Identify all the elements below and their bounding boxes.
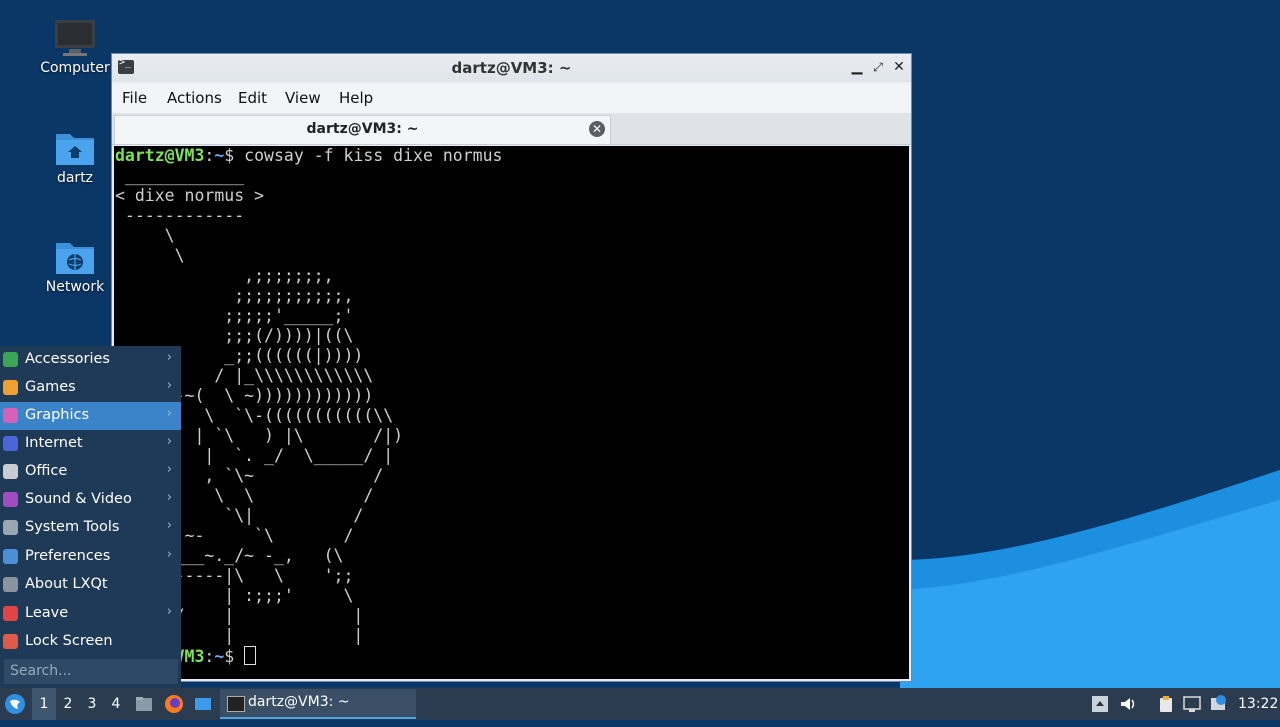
menu-item-internet[interactable]: Internet › <box>0 430 181 458</box>
menu-item-graphics[interactable]: Graphics › <box>0 402 181 430</box>
sound-video-icon <box>3 492 18 507</box>
menu-item-label: Games <box>25 379 76 395</box>
chevron-right-icon: › <box>166 378 172 393</box>
menu-item-label: Sound & Video <box>25 491 132 507</box>
menu-item-about-lxqt[interactable]: About LXQt <box>0 571 181 599</box>
firefox-icon[interactable] <box>164 694 184 714</box>
chevron-right-icon: › <box>166 604 172 619</box>
text-cursor <box>244 646 257 665</box>
terminal-icon <box>227 696 245 712</box>
menu-help[interactable]: Help <box>339 89 373 107</box>
menu-item-label: About LXQt <box>25 576 108 592</box>
computer-icon <box>55 20 95 56</box>
menu-view[interactable]: View <box>285 89 321 107</box>
menu-item-leave[interactable]: Leave › <box>0 600 181 628</box>
maximize-button[interactable]: ⤢ <box>869 58 887 76</box>
task-label: dartz@VM3: ~ <box>248 694 350 710</box>
home-folder-icon <box>56 134 94 165</box>
menu-item-system-tools[interactable]: System Tools › <box>0 514 181 542</box>
prompt-user: dartz@VM3 <box>115 146 205 165</box>
window-title: dartz@VM3: ~ <box>451 59 572 77</box>
leave-icon <box>3 606 18 621</box>
chevron-right-icon: › <box>166 490 172 505</box>
lxqt-logo-icon <box>5 694 25 714</box>
clipboard-icon[interactable] <box>1157 695 1175 713</box>
application-menu: Accessories › Games › Graphics › Internet › Offi… <box>0 346 181 688</box>
accessories-icon <box>3 352 18 367</box>
system-tools-icon <box>3 520 18 535</box>
clock[interactable]: 13:22 <box>1238 688 1278 720</box>
command-text: cowsay -f kiss dixe normus <box>244 146 503 165</box>
file-manager-icon[interactable] <box>135 695 153 713</box>
graphics-icon <box>3 408 18 423</box>
tab-terminal[interactable]: dartz@VM3: ~ ✕ <box>114 115 611 144</box>
chevron-right-icon: › <box>166 547 172 562</box>
chevron-right-icon: › <box>166 462 172 477</box>
about-icon <box>3 577 18 592</box>
network-folder-icon <box>56 243 94 274</box>
menu-item-label: Preferences <box>25 548 111 564</box>
menu-item-sound-video[interactable]: Sound & Video › <box>0 486 181 514</box>
menu-actions[interactable]: Actions <box>167 89 222 107</box>
network-status-icon[interactable] <box>1183 695 1201 713</box>
tray-expand-icon[interactable] <box>1091 695 1109 713</box>
menu-item-label: Graphics <box>25 407 90 423</box>
lock-icon <box>3 634 18 649</box>
show-desktop-icon[interactable] <box>194 695 212 713</box>
notification-icon[interactable] <box>1209 695 1227 713</box>
workspace-1[interactable]: 1 <box>32 688 56 720</box>
menu-item-label: Accessories <box>25 351 110 367</box>
preferences-icon <box>3 549 18 564</box>
tab-close-icon[interactable]: ✕ <box>589 121 605 137</box>
start-menu-button[interactable] <box>4 688 30 720</box>
menu-item-office[interactable]: Office › <box>0 458 181 486</box>
menu-item-label: Internet <box>25 435 83 451</box>
menu-search-input[interactable]: Search... <box>4 659 178 684</box>
chevron-right-icon: › <box>166 406 172 421</box>
terminal-output[interactable]: dartz@VM3:~$ cowsay -f kiss dixe normus … <box>114 146 909 679</box>
prompt-path: ~ <box>214 647 225 666</box>
workspace-2[interactable]: 2 <box>56 688 80 720</box>
taskbar: 1 2 3 4 dartz@VM3: ~ 13:22 <box>0 688 1280 720</box>
menu-item-label: Leave <box>25 605 69 621</box>
tab-label: dartz@VM3: ~ <box>306 121 419 137</box>
menu-item-label: Lock Screen <box>25 633 113 649</box>
minimize-button[interactable]: ▁ <box>848 58 866 76</box>
games-icon <box>3 380 18 395</box>
chevron-right-icon: › <box>166 350 172 365</box>
tab-bar: dartz@VM3: ~ ✕ <box>112 113 911 145</box>
internet-icon <box>3 436 18 451</box>
chevron-right-icon: › <box>166 434 172 449</box>
close-button[interactable]: ✕ <box>890 58 908 76</box>
menubar: File Actions Edit View Help <box>112 83 911 113</box>
window-titlebar[interactable]: dartz@VM3: ~ ▁ ⤢ ✕ <box>112 54 911 82</box>
terminal-window[interactable]: dartz@VM3: ~ ▁ ⤢ ✕ File Actions Edit Vie… <box>111 53 912 682</box>
taskbar-task-terminal[interactable]: dartz@VM3: ~ <box>220 689 416 719</box>
workspace-4[interactable]: 4 <box>104 688 128 720</box>
workspace-3[interactable]: 3 <box>80 688 104 720</box>
menu-item-accessories[interactable]: Accessories › <box>0 346 181 374</box>
office-icon <box>3 464 18 479</box>
menu-item-label: Office <box>25 463 68 479</box>
prompt-path: ~ <box>214 146 225 165</box>
menu-item-lock-screen[interactable]: Lock Screen <box>0 628 181 656</box>
menu-file[interactable]: File <box>122 89 147 107</box>
volume-icon[interactable] <box>1119 695 1137 713</box>
chevron-right-icon: › <box>166 518 172 533</box>
menu-item-label: System Tools <box>25 519 120 535</box>
menu-item-games[interactable]: Games › <box>0 374 181 402</box>
menu-edit[interactable]: Edit <box>238 89 267 107</box>
menu-item-preferences[interactable]: Preferences › <box>0 543 181 571</box>
